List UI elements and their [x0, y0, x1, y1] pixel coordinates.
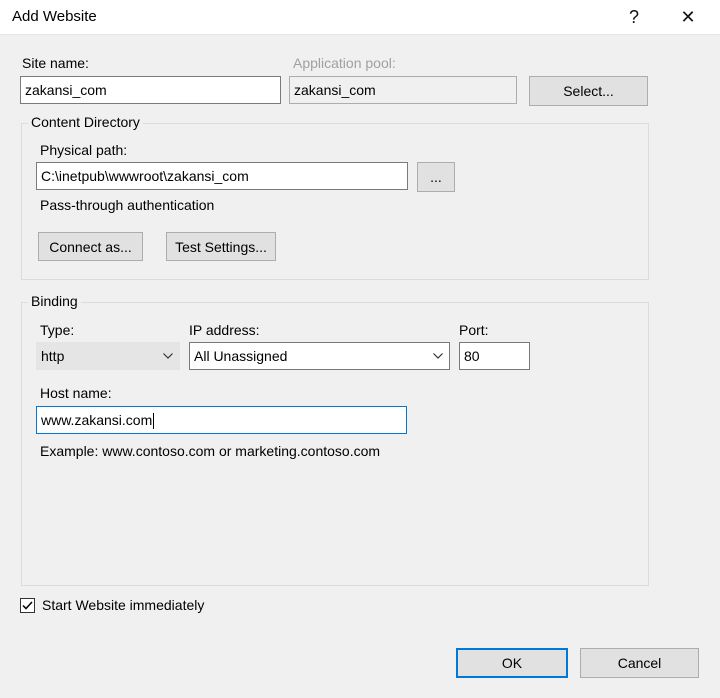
ok-button[interactable]: OK [456, 648, 568, 678]
site-name-label-text: Site name: [22, 55, 89, 71]
ip-address-dropdown-value: All Unassigned [194, 348, 288, 364]
text-caret [153, 413, 155, 430]
application-pool-label: Application pool: [293, 55, 396, 71]
host-name-label: Host name: [40, 385, 112, 401]
port-label: Port: [459, 322, 489, 338]
connect-as-button[interactable]: Connect as... [38, 232, 143, 261]
help-button[interactable]: ? [617, 4, 651, 30]
title-bar [0, 0, 720, 35]
type-label: Type: [40, 322, 75, 338]
content-directory-legend: Content Directory [28, 114, 143, 130]
close-icon: ✕ [680, 6, 696, 27]
start-website-checkbox[interactable] [20, 597, 35, 613]
type-dropdown[interactable]: http [36, 342, 180, 370]
passthrough-auth-text: Pass-through authentication [40, 197, 215, 213]
physical-path-label: Physical path: [40, 142, 128, 158]
select-app-pool-button[interactable]: Select... [529, 76, 648, 106]
dialog-title: Add Website [12, 8, 97, 25]
port-input[interactable]: 80 [459, 342, 530, 370]
checkmark-icon [22, 600, 33, 610]
ip-address-dropdown[interactable]: All Unassigned [189, 342, 450, 370]
close-button[interactable]: ✕ [671, 4, 705, 30]
site-name-input[interactable]: zakansi_com [20, 76, 281, 104]
ip-address-label: IP address: [189, 322, 260, 338]
physical-path-input[interactable]: C:\inetpub\wwwroot\zakansi_com [36, 162, 408, 190]
start-website-label: Start Website immediately [42, 597, 205, 613]
cancel-button[interactable]: Cancel [580, 648, 699, 678]
test-settings-button[interactable]: Test Settings... [166, 232, 276, 261]
start-website-checkbox-row[interactable]: Start Website immediately [20, 597, 204, 613]
host-name-input[interactable]: www.zakansi.com [36, 406, 407, 434]
host-name-value: www.zakansi.com [41, 412, 153, 428]
application-pool-field: zakansi_com [289, 76, 517, 104]
browse-path-button[interactable]: ... [417, 162, 455, 192]
site-name-label: Site name: [22, 55, 89, 71]
chevron-down-icon [433, 351, 443, 361]
help-icon: ? [628, 6, 639, 27]
type-dropdown-value: http [41, 348, 65, 364]
host-name-example-text: Example: www.contoso.com or marketing.co… [40, 443, 381, 459]
binding-legend: Binding [28, 293, 81, 309]
chevron-down-icon [163, 351, 173, 361]
